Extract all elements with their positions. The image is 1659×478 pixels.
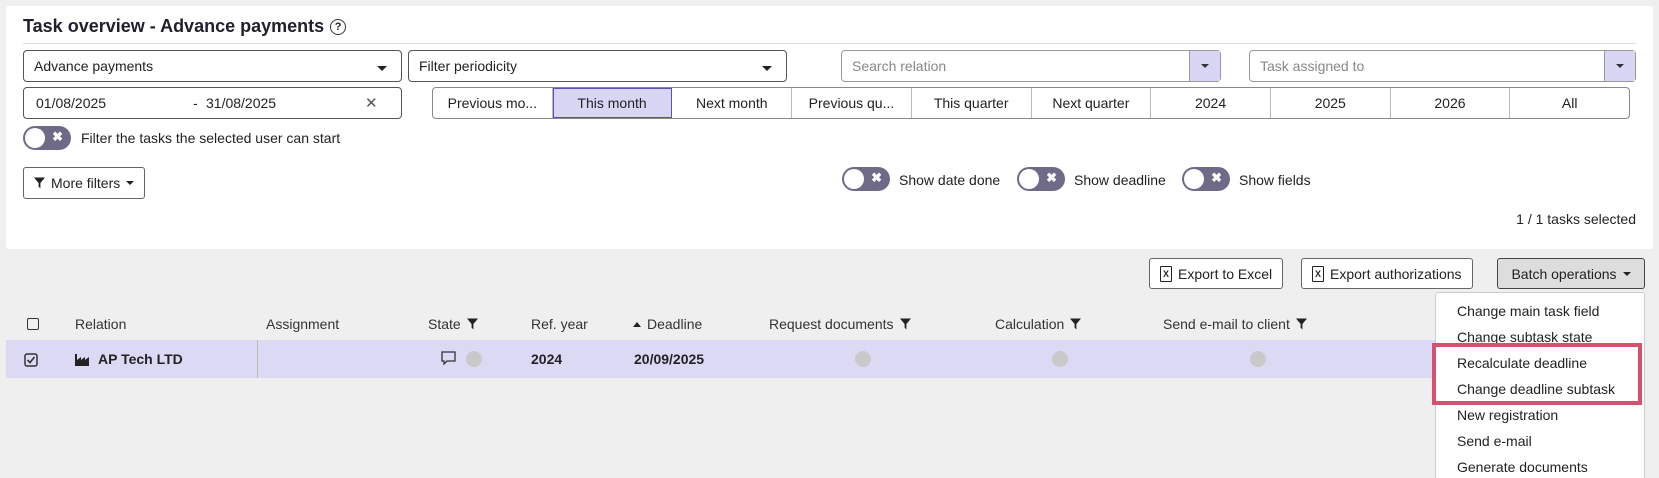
more-filters-button[interactable]: More filters [23,167,146,199]
cell-divider [257,340,258,378]
period-option[interactable]: 2025 [1271,88,1391,118]
clear-icon[interactable]: ✕ [365,94,378,112]
menu-item-new-registration[interactable]: New registration [1457,407,1558,423]
cell-deadline: 20/09/2025 [634,351,705,367]
export-excel-button[interactable]: X Export to Excel [1149,258,1284,289]
period-option[interactable]: Next quarter [1032,88,1152,118]
excel-icon: X [1160,265,1172,282]
filter-icon[interactable] [1070,318,1082,330]
toggle-knob [25,128,45,148]
column-request-documents[interactable]: Request documents [769,316,911,332]
highlight-box [1432,343,1642,405]
date-range-input[interactable]: 01/08/2025 - 31/08/2025 ✕ [23,87,402,119]
menu-item-generate-documents[interactable]: Generate documents [1457,459,1588,475]
toggle-knob [1184,169,1204,189]
excel-icon: X [1312,265,1324,282]
filter-icon[interactable] [466,318,478,330]
show-deadline-label: Show deadline [1074,172,1166,188]
help-icon[interactable]: ? [330,18,347,35]
column-state[interactable]: State [428,316,478,332]
comment-icon[interactable] [441,351,456,365]
page-title: Task overview - Advance payments ? [23,16,347,37]
show-deadline-toggle[interactable]: ✖ [1017,167,1065,191]
select-all-checkbox[interactable] [27,318,39,330]
column-relation[interactable]: Relation [75,316,126,332]
relation-dropdown-button[interactable] [1189,51,1220,81]
column-calculation[interactable]: Calculation [995,316,1082,332]
close-icon: ✖ [52,129,63,144]
toggle-knob [844,169,864,189]
period-option[interactable]: Previous mo... [433,88,553,118]
chevron-down-icon [1616,64,1624,68]
menu-item-send-email[interactable]: Send e-mail [1457,433,1532,449]
show-date-done-label: Show date done [899,172,1001,188]
period-option-active[interactable]: This month [552,88,673,118]
row-checkbox[interactable] [24,353,38,367]
chevron-down-icon [762,66,772,71]
date-separator: - [193,95,198,111]
period-option[interactable]: Previous qu... [792,88,912,118]
chevron-down-icon [377,66,387,71]
menu-item-change-main-task-field[interactable]: Change main task field [1457,303,1599,319]
cell-relation[interactable]: AP Tech LTD [98,351,183,367]
user-start-label: Filter the tasks the selected user can s… [81,130,341,146]
filter-icon[interactable] [899,318,911,330]
export-authorizations-button[interactable]: X Export authorizations [1301,258,1473,289]
period-option[interactable]: This quarter [912,88,1032,118]
task-type-select[interactable]: Advance payments [23,50,402,82]
close-icon: ✖ [1046,170,1057,185]
close-icon: ✖ [871,170,882,185]
column-assignment[interactable]: Assignment [266,316,339,332]
sort-asc-icon [633,321,641,327]
table-row[interactable] [6,340,1436,378]
cell-ref-year: 2024 [531,351,563,367]
calculation-status[interactable] [1052,351,1068,367]
periodicity-select[interactable]: Filter periodicity [408,50,787,82]
state-indicator [466,351,482,367]
request-documents-status[interactable] [855,351,871,367]
filter-panel: Task overview - Advance payments ? Advan… [6,6,1653,249]
selected-count: 1 / 1 tasks selected [1516,211,1636,227]
user-start-toggle[interactable]: ✖ [23,126,71,150]
show-fields-toggle[interactable]: ✖ [1182,167,1230,191]
date-from[interactable]: 01/08/2025 [36,95,106,111]
filter-icon [34,177,45,189]
send-email-status[interactable] [1250,351,1266,367]
show-date-done-toggle[interactable]: ✖ [842,167,890,191]
date-to[interactable]: 31/08/2025 [206,95,276,111]
period-option[interactable]: Next month [672,88,793,118]
filter-icon[interactable] [1295,318,1307,330]
column-ref-year[interactable]: Ref. year [531,316,588,332]
column-send-email[interactable]: Send e-mail to client [1163,316,1307,332]
chevron-down-icon [1201,64,1209,68]
batch-operations-button[interactable]: Batch operations [1497,258,1645,289]
chevron-down-icon [1622,271,1631,276]
chevron-down-icon [126,181,135,185]
assigned-search-input[interactable]: Task assigned to [1249,50,1636,82]
toggle-knob [1019,169,1039,189]
relation-search-input[interactable]: Search relation [841,50,1221,82]
period-selector: Previous mo... This month Next month Pre… [432,87,1630,119]
close-icon: ✖ [1211,170,1222,185]
period-option[interactable]: 2026 [1391,88,1511,118]
factory-icon [75,354,89,366]
period-option[interactable]: All [1510,88,1629,118]
show-fields-label: Show fields [1239,172,1311,188]
column-deadline[interactable]: Deadline [633,316,702,332]
period-option[interactable]: 2024 [1151,88,1271,118]
divider [23,43,1636,44]
assigned-dropdown-button[interactable] [1604,51,1635,81]
